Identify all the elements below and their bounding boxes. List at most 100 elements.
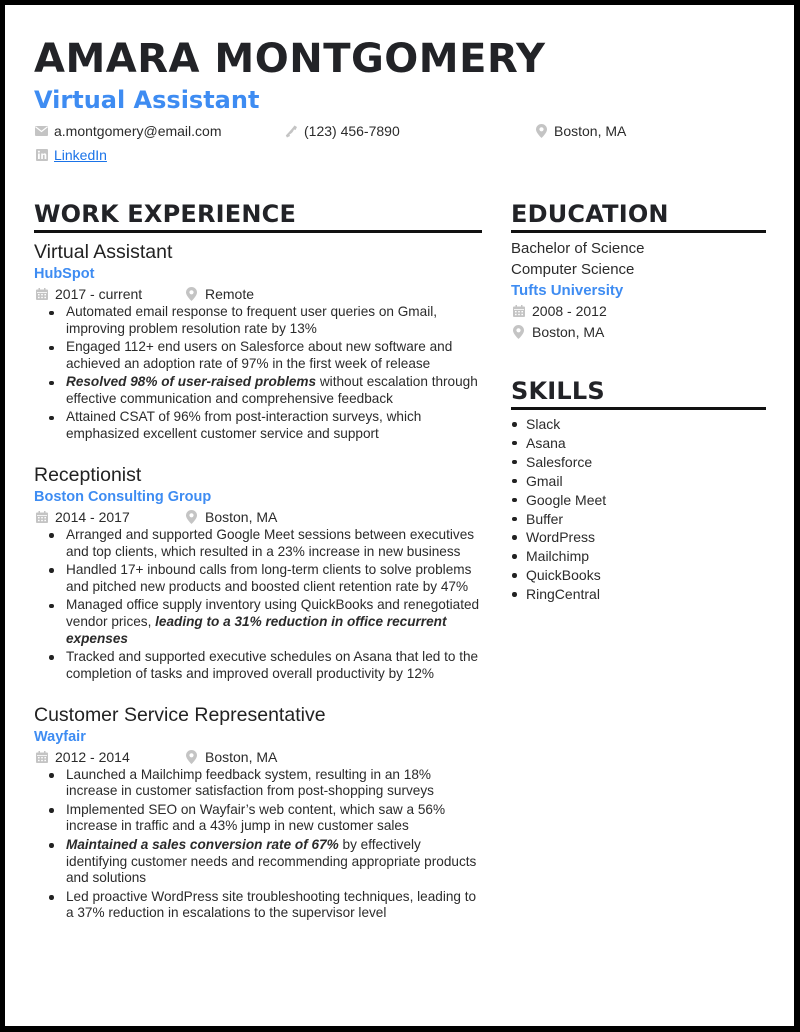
job-title: Virtual Assistant <box>34 241 173 263</box>
skill-item: RingCentral <box>511 585 766 604</box>
education-entry: Bachelor of Science Computer Science Tuf… <box>511 239 766 342</box>
section-heading: WORK EXPERIENCE <box>34 202 482 233</box>
achievement-bullet: Resolved 98% of user-raised problems wit… <box>45 374 482 408</box>
skills-section: SKILLS Slack Asana Salesforce Gmail Google M… <box>511 379 766 604</box>
resume-page: AMARA MONTGOMERY Virtual Assistant a.mon… <box>5 5 794 1026</box>
education-dates: 2008 - 2012 <box>511 301 766 322</box>
bullet-highlight: Maintained a sales conversion rate of 67… <box>66 836 339 852</box>
skill-item: Salesforce <box>511 453 766 472</box>
section-heading: EDUCATION <box>511 202 766 233</box>
contact-location: Boston, MA <box>535 123 626 139</box>
school-name: Tufts University <box>511 282 624 299</box>
bullet-text: Automated email response to frequent use… <box>66 304 438 336</box>
phone-icon <box>285 125 298 138</box>
achievement-bullet: Managed office supply inventory using Qu… <box>45 597 482 647</box>
calendar-icon <box>512 305 525 318</box>
job-entry: Virtual Assistant HubSpot 2017 - current Re… <box>34 240 482 443</box>
job-title: Receptionist <box>34 463 142 486</box>
bullet-text: Arranged and supported Google Meet sessi… <box>66 526 475 559</box>
achievement-list: Launched a Mailchimp feedback system, re… <box>45 767 482 923</box>
achievement-bullet: Engaged 112+ end users on Salesforce abo… <box>45 339 482 373</box>
section-heading: SKILLS <box>511 379 766 410</box>
degree: Bachelor of Science <box>511 240 645 257</box>
job-entry: Receptionist Boston Consulting Group 2014 … <box>34 463 482 683</box>
calendar-icon <box>35 750 48 763</box>
job-location: Boston, MA <box>184 508 277 526</box>
job-location: Remote <box>184 285 254 303</box>
calendar-icon <box>35 510 48 523</box>
location-text: Boston, MA <box>532 323 605 340</box>
company-name: Boston Consulting Group <box>34 488 212 505</box>
phone-text: (123) 456-7890 <box>304 123 400 139</box>
skill-item: Buffer <box>511 510 766 529</box>
skill-item: Asana <box>511 434 766 453</box>
dates-text: 2014 - 2017 <box>55 508 130 525</box>
company-name: Wayfair <box>34 728 86 745</box>
map-pin-icon <box>535 124 548 138</box>
job-dates: 2012 - 2014 <box>34 748 184 766</box>
job-meta: 2017 - current Remote <box>34 285 482 303</box>
candidate-title: Virtual Assistant <box>34 86 260 114</box>
achievement-bullet: Implemented SEO on Wayfair’s web content… <box>45 802 482 836</box>
bullet-text: Engaged 112+ end users on Salesforce abo… <box>66 339 453 371</box>
linkedin-link[interactable]: LinkedIn <box>54 147 107 163</box>
achievement-bullet: Launched a Mailchimp feedback system, re… <box>45 767 482 801</box>
achievement-bullet: Automated email response to frequent use… <box>45 304 482 338</box>
skill-item: Google Meet <box>511 491 766 510</box>
achievement-bullet: Arranged and supported Google Meet sessi… <box>45 527 482 561</box>
candidate-name: AMARA MONTGOMERY <box>34 36 546 82</box>
skill-item: WordPress <box>511 528 766 547</box>
contact-email: a.montgomery@email.com <box>35 123 222 139</box>
dates-text: 2008 - 2012 <box>532 303 607 319</box>
location-text: Boston, MA <box>205 748 278 765</box>
achievement-bullet: Led proactive WordPress site troubleshoo… <box>45 889 482 923</box>
location-text: Remote <box>205 286 255 302</box>
linkedin-icon <box>35 149 48 162</box>
job-list: Virtual Assistant HubSpot 2017 - current Re… <box>34 240 482 922</box>
contact-linkedin: LinkedIn <box>35 147 107 163</box>
bullet-text: Tracked and supported executive schedule… <box>66 648 479 681</box>
job-title: Customer Service Representative <box>34 703 326 726</box>
achievement-list: Automated email response to frequent use… <box>45 304 482 443</box>
job-meta: 2012 - 2014 Boston, MA <box>34 748 482 766</box>
achievement-bullet: Handled 17+ inbound calls from long-term… <box>45 562 482 596</box>
bullet-text: Attained CSAT of 96% from post-interacti… <box>66 409 422 442</box>
email-text: a.montgomery@email.com <box>54 123 222 139</box>
skill-item: Slack <box>511 415 766 434</box>
achievement-list: Arranged and supported Google Meet sessi… <box>45 527 482 683</box>
company-name: HubSpot <box>34 266 95 282</box>
bullet-highlight: Resolved 98% of user-raised problems <box>66 374 317 390</box>
skill-item: QuickBooks <box>511 566 766 585</box>
education-section: EDUCATION Bachelor of Science Computer S… <box>511 202 766 342</box>
dates-text: 2012 - 2014 <box>55 748 130 765</box>
job-dates: 2014 - 2017 <box>34 508 184 526</box>
job-location: Boston, MA <box>184 748 277 766</box>
dates-text: 2017 - current <box>55 286 143 302</box>
map-pin-icon <box>512 324 525 339</box>
contact-phone: (123) 456-7890 <box>285 123 400 139</box>
bullet-text: Handled 17+ inbound calls from long-term… <box>66 561 472 594</box>
achievement-bullet: Maintained a sales conversion rate of 67… <box>45 837 482 887</box>
bullet-text: Implemented SEO on Wayfair’s web content… <box>66 801 446 834</box>
calendar-icon <box>35 288 48 301</box>
map-pin-icon <box>185 509 198 524</box>
job-entry: Customer Service Representative Wayfair 20… <box>34 703 482 923</box>
job-meta: 2014 - 2017 Boston, MA <box>34 508 482 526</box>
work-experience-section: WORK EXPERIENCE Virtual Assistant HubSpot… <box>34 202 482 924</box>
envelope-icon <box>35 125 48 138</box>
achievement-bullet: Attained CSAT of 96% from post-interacti… <box>45 409 482 443</box>
skill-item: Mailchimp <box>511 547 766 566</box>
location-text: Boston, MA <box>554 123 627 139</box>
bullet-text: Led proactive WordPress site troubleshoo… <box>66 888 477 921</box>
job-dates: 2017 - current <box>34 285 184 303</box>
skills-list: Slack Asana Salesforce Gmail Google Meet Buff… <box>511 415 766 604</box>
education-location: Boston, MA <box>511 322 766 343</box>
skill-item: Gmail <box>511 472 766 491</box>
bullet-text: Launched a Mailchimp feedback system, re… <box>66 766 434 799</box>
field-of-study: Computer Science <box>511 260 635 278</box>
sidebar-column: EDUCATION Bachelor of Science Computer S… <box>511 202 766 604</box>
map-pin-icon <box>185 287 198 301</box>
map-pin-icon <box>185 749 198 764</box>
achievement-bullet: Tracked and supported executive schedule… <box>45 649 482 683</box>
location-text: Boston, MA <box>205 508 278 525</box>
